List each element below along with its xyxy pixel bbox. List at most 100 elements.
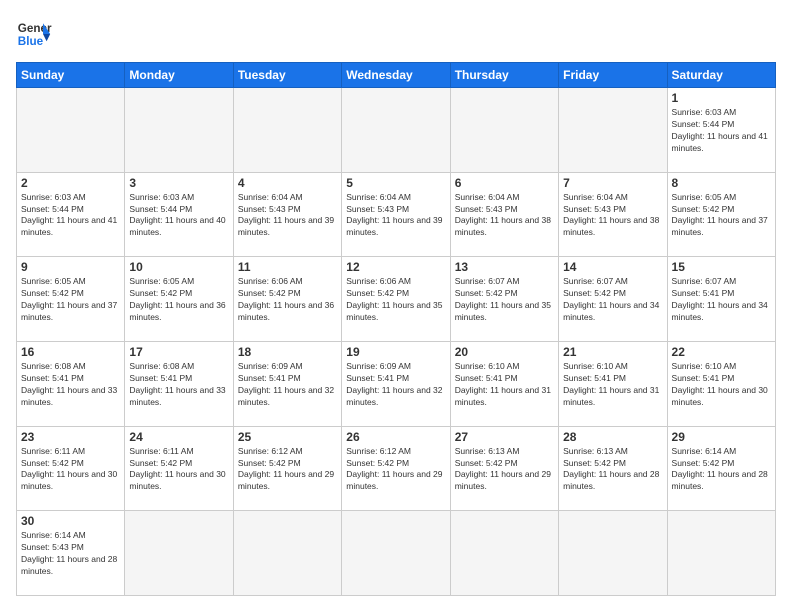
- day-header-monday: Monday: [125, 63, 233, 88]
- day-number: 24: [129, 430, 228, 444]
- day-cell-4: 4 Sunrise: 6:04 AMSunset: 5:43 PMDaylight…: [233, 172, 341, 257]
- day-info: Sunrise: 6:14 AMSunset: 5:43 PMDaylight:…: [21, 530, 120, 578]
- empty-cell: [125, 88, 233, 173]
- day-cell-30: 30 Sunrise: 6:14 AMSunset: 5:43 PMDayligh…: [17, 511, 125, 596]
- day-number: 1: [672, 91, 771, 105]
- day-cell-1: 1 Sunrise: 6:03 AMSunset: 5:44 PMDaylight…: [667, 88, 775, 173]
- day-info: Sunrise: 6:12 AMSunset: 5:42 PMDaylight:…: [346, 446, 445, 494]
- empty-cell: [17, 88, 125, 173]
- day-cell-11: 11 Sunrise: 6:06 AMSunset: 5:42 PMDayligh…: [233, 257, 341, 342]
- day-cell-2: 2 Sunrise: 6:03 AMSunset: 5:44 PMDaylight…: [17, 172, 125, 257]
- day-info: Sunrise: 6:05 AMSunset: 5:42 PMDaylight:…: [672, 192, 771, 240]
- day-cell-18: 18 Sunrise: 6:09 AMSunset: 5:41 PMDayligh…: [233, 341, 341, 426]
- day-cell-7: 7 Sunrise: 6:04 AMSunset: 5:43 PMDaylight…: [559, 172, 667, 257]
- day-info: Sunrise: 6:05 AMSunset: 5:42 PMDaylight:…: [21, 276, 120, 324]
- day-number: 25: [238, 430, 337, 444]
- day-number: 13: [455, 260, 554, 274]
- day-number: 20: [455, 345, 554, 359]
- svg-text:Blue: Blue: [18, 35, 44, 48]
- day-cell-6: 6 Sunrise: 6:04 AMSunset: 5:43 PMDaylight…: [450, 172, 558, 257]
- day-info: Sunrise: 6:04 AMSunset: 5:43 PMDaylight:…: [346, 192, 445, 240]
- day-number: 4: [238, 176, 337, 190]
- day-number: 27: [455, 430, 554, 444]
- day-header-friday: Friday: [559, 63, 667, 88]
- logo: General Blue: [16, 16, 52, 52]
- empty-cell: [559, 511, 667, 596]
- empty-cell: [125, 511, 233, 596]
- day-header-tuesday: Tuesday: [233, 63, 341, 88]
- empty-cell: [233, 88, 341, 173]
- day-header-saturday: Saturday: [667, 63, 775, 88]
- day-cell-28: 28Sunrise: 6:13 AMSunset: 5:42 PMDayligh…: [559, 426, 667, 511]
- day-info: Sunrise: 6:09 AMSunset: 5:41 PMDaylight:…: [238, 361, 337, 409]
- day-number: 23: [21, 430, 120, 444]
- day-cell-23: 23 Sunrise: 6:11 AMSunset: 5:42 PMDayligh…: [17, 426, 125, 511]
- day-cell-16: 16Sunrise: 6:08 AMSunset: 5:41 PMDayligh…: [17, 341, 125, 426]
- day-info: Sunrise: 6:13 AMSunset: 5:42 PMDaylight:…: [455, 446, 554, 494]
- day-number: 17: [129, 345, 228, 359]
- day-cell-14: 14Sunrise: 6:07 AMSunset: 5:42 PMDayligh…: [559, 257, 667, 342]
- day-number: 30: [21, 514, 120, 528]
- day-number: 22: [672, 345, 771, 359]
- calendar-table: SundayMondayTuesdayWednesdayThursdayFrid…: [16, 62, 776, 596]
- day-header-wednesday: Wednesday: [342, 63, 450, 88]
- day-number: 3: [129, 176, 228, 190]
- day-info: Sunrise: 6:06 AMSunset: 5:42 PMDaylight:…: [346, 276, 445, 324]
- header: General Blue: [16, 16, 776, 52]
- day-cell-24: 24 Sunrise: 6:11 AMSunset: 5:42 PMDayligh…: [125, 426, 233, 511]
- day-number: 5: [346, 176, 445, 190]
- day-info: Sunrise: 6:03 AMSunset: 5:44 PMDaylight:…: [129, 192, 228, 240]
- day-cell-25: 25 Sunrise: 6:12 AMSunset: 5:42 PMDayligh…: [233, 426, 341, 511]
- day-info: Sunrise: 6:11 AMSunset: 5:42 PMDaylight:…: [129, 446, 228, 494]
- day-info: Sunrise: 6:14 AMSunset: 5:42 PMDaylight:…: [672, 446, 771, 494]
- day-cell-13: 13Sunrise: 6:07 AMSunset: 5:42 PMDayligh…: [450, 257, 558, 342]
- empty-cell: [667, 511, 775, 596]
- day-info: Sunrise: 6:07 AMSunset: 5:41 PMDaylight:…: [672, 276, 771, 324]
- day-info: Sunrise: 6:10 AMSunset: 5:41 PMDaylight:…: [455, 361, 554, 409]
- day-number: 10: [129, 260, 228, 274]
- day-number: 16: [21, 345, 120, 359]
- day-number: 19: [346, 345, 445, 359]
- day-info: Sunrise: 6:10 AMSunset: 5:41 PMDaylight:…: [563, 361, 662, 409]
- day-cell-22: 22Sunrise: 6:10 AMSunset: 5:41 PMDayligh…: [667, 341, 775, 426]
- day-header-thursday: Thursday: [450, 63, 558, 88]
- day-number: 7: [563, 176, 662, 190]
- day-cell-17: 17 Sunrise: 6:08 AMSunset: 5:41 PMDayligh…: [125, 341, 233, 426]
- day-info: Sunrise: 6:04 AMSunset: 5:43 PMDaylight:…: [238, 192, 337, 240]
- day-info: Sunrise: 6:03 AMSunset: 5:44 PMDaylight:…: [21, 192, 120, 240]
- day-number: 8: [672, 176, 771, 190]
- day-info: Sunrise: 6:06 AMSunset: 5:42 PMDaylight:…: [238, 276, 337, 324]
- day-number: 18: [238, 345, 337, 359]
- day-number: 6: [455, 176, 554, 190]
- day-cell-29: 29 Sunrise: 6:14 AMSunset: 5:42 PMDayligh…: [667, 426, 775, 511]
- day-cell-9: 9 Sunrise: 6:05 AMSunset: 5:42 PMDaylight…: [17, 257, 125, 342]
- day-info: Sunrise: 6:08 AMSunset: 5:41 PMDaylight:…: [129, 361, 228, 409]
- empty-cell: [342, 511, 450, 596]
- day-info: Sunrise: 6:05 AMSunset: 5:42 PMDaylight:…: [129, 276, 228, 324]
- day-cell-8: 8 Sunrise: 6:05 AMSunset: 5:42 PMDaylight…: [667, 172, 775, 257]
- day-number: 2: [21, 176, 120, 190]
- day-cell-20: 20 Sunrise: 6:10 AMSunset: 5:41 PMDayligh…: [450, 341, 558, 426]
- day-info: Sunrise: 6:03 AMSunset: 5:44 PMDaylight:…: [672, 107, 771, 155]
- day-number: 26: [346, 430, 445, 444]
- day-cell-15: 15 Sunrise: 6:07 AMSunset: 5:41 PMDayligh…: [667, 257, 775, 342]
- empty-cell: [559, 88, 667, 173]
- empty-cell: [233, 511, 341, 596]
- day-info: Sunrise: 6:09 AMSunset: 5:41 PMDaylight:…: [346, 361, 445, 409]
- day-number: 15: [672, 260, 771, 274]
- day-header-sunday: Sunday: [17, 63, 125, 88]
- day-info: Sunrise: 6:11 AMSunset: 5:42 PMDaylight:…: [21, 446, 120, 494]
- day-number: 12: [346, 260, 445, 274]
- day-info: Sunrise: 6:12 AMSunset: 5:42 PMDaylight:…: [238, 446, 337, 494]
- day-number: 14: [563, 260, 662, 274]
- day-cell-21: 21Sunrise: 6:10 AMSunset: 5:41 PMDayligh…: [559, 341, 667, 426]
- page: General Blue SundayMondayTuesdayWednesda…: [0, 0, 792, 612]
- day-number: 29: [672, 430, 771, 444]
- day-info: Sunrise: 6:04 AMSunset: 5:43 PMDaylight:…: [455, 192, 554, 240]
- day-cell-5: 5 Sunrise: 6:04 AMSunset: 5:43 PMDaylight…: [342, 172, 450, 257]
- day-number: 9: [21, 260, 120, 274]
- day-info: Sunrise: 6:04 AMSunset: 5:43 PMDaylight:…: [563, 192, 662, 240]
- day-cell-3: 3 Sunrise: 6:03 AMSunset: 5:44 PMDaylight…: [125, 172, 233, 257]
- empty-cell: [342, 88, 450, 173]
- day-number: 11: [238, 260, 337, 274]
